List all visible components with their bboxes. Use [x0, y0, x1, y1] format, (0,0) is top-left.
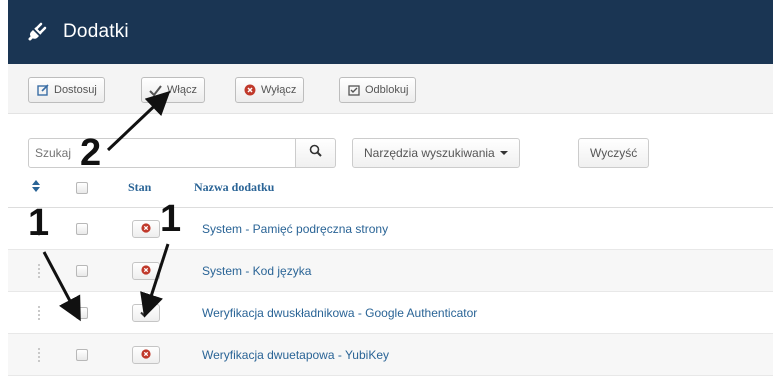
table-row: Weryfikacja dwuskładnikowa - Google Auth… [8, 292, 773, 334]
status-toggle[interactable] [132, 304, 160, 322]
enabled-check-icon [140, 304, 152, 322]
drag-handle[interactable] [38, 348, 41, 362]
status-toggle[interactable] [132, 220, 160, 238]
annotation-number-1: 1 [160, 198, 182, 240]
page-title: Dodatki [63, 21, 129, 42]
search-icon [309, 144, 322, 162]
check-icon [149, 84, 162, 97]
page-header: Dodatki [8, 0, 773, 64]
sort-icon[interactable] [32, 180, 40, 195]
search-tools-button[interactable]: Narzędzia wyszukiwania [352, 138, 520, 168]
table-header: Stan Nazwa dodatku [8, 168, 773, 208]
toolbar: Dostosuj Włącz Wyłącz Odblokuj [8, 64, 773, 114]
enable-label: Włącz [167, 84, 197, 96]
plugin-name-link[interactable]: System - Pamięć podręczna strony [202, 222, 388, 236]
unlock-button[interactable]: Odblokuj [339, 77, 417, 103]
row-checkbox[interactable] [76, 307, 88, 319]
disable-label: Wyłącz [261, 84, 297, 96]
plug-icon [26, 21, 48, 43]
enable-button[interactable]: Włącz [141, 77, 205, 103]
plugin-name-link[interactable]: Weryfikacja dwuskładnikowa - Google Auth… [202, 306, 477, 320]
plugin-name-link[interactable]: Weryfikacja dwuetapowa - YubiKey [202, 348, 389, 362]
times-circle-icon [243, 84, 256, 97]
search-input[interactable] [28, 138, 296, 168]
disabled-icon [141, 346, 151, 364]
drag-handle[interactable] [38, 306, 41, 320]
edit-icon [36, 84, 49, 97]
select-all-checkbox[interactable] [76, 182, 88, 194]
drag-handle[interactable] [38, 264, 41, 278]
status-toggle[interactable] [132, 262, 160, 280]
unlock-icon [347, 84, 360, 97]
row-checkbox[interactable] [76, 265, 88, 277]
clear-label: Wyczyść [590, 146, 638, 160]
search-button[interactable] [296, 138, 336, 168]
unlock-label: Odblokuj [365, 84, 409, 96]
status-toggle[interactable] [132, 346, 160, 364]
status-column-header[interactable]: Stan [128, 180, 151, 195]
customize-button[interactable]: Dostosuj [28, 77, 105, 103]
annotation-number-2: 2 [80, 132, 102, 174]
plugins-window: Dodatki Dostosuj Włącz Wyłącz Odblokuj S… [0, 0, 773, 386]
disable-button[interactable]: Wyłącz [235, 77, 305, 103]
clear-button[interactable]: Wyczyść [578, 138, 650, 168]
table-row: System - Pamięć podręczna strony [8, 208, 773, 250]
table-row: System - Kod języka [8, 250, 773, 292]
row-checkbox[interactable] [76, 223, 88, 235]
name-column-header[interactable]: Nazwa dodatku [194, 180, 274, 195]
plugin-name-link[interactable]: System - Kod języka [202, 264, 311, 278]
search-tools-label: Narzędzia wyszukiwania [364, 146, 495, 160]
customize-label: Dostosuj [54, 84, 97, 96]
row-checkbox[interactable] [76, 349, 88, 361]
disabled-icon [141, 262, 151, 280]
disabled-icon [141, 220, 151, 238]
caret-down-icon [499, 151, 508, 155]
table-row: Weryfikacja dwuetapowa - YubiKey [8, 334, 773, 376]
annotation-number-1: 1 [28, 202, 50, 244]
